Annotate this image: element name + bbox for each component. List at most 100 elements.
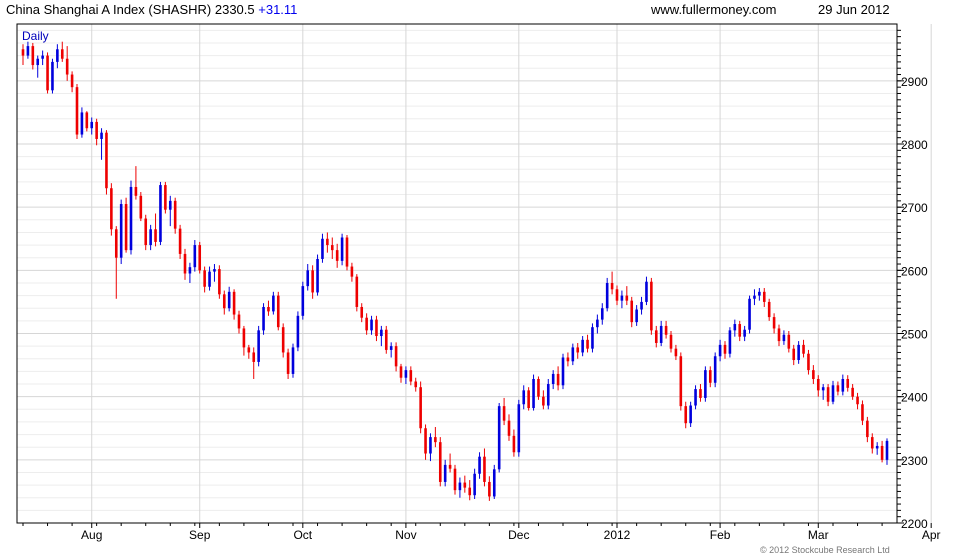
bar-body [713,356,717,383]
bar-body [497,406,501,470]
ohlc-bar [335,243,339,268]
bar-body [65,58,69,75]
bar-body [321,238,324,259]
bar-body [650,281,653,331]
bar-body [85,112,89,129]
bar-body [591,327,594,349]
ohlc-bar [738,320,742,342]
bar-body [856,396,859,405]
bar-body [851,387,854,397]
ohlc-bar [654,325,658,348]
bar-body [429,437,432,454]
ohlc-bar [360,303,364,323]
ohlc-bar [443,459,447,487]
ohlc-bar [669,330,673,353]
ohlc-bar [296,311,300,352]
ohlc-bar [80,107,84,138]
bar-body [105,132,108,189]
bar-body [114,229,118,258]
bar-body [384,329,388,350]
ohlc-bar [262,303,265,335]
bar-body [222,294,226,309]
bar-body [267,306,270,312]
ohlc-bar [60,41,64,62]
bar-body [694,389,697,406]
bar-body [522,390,526,405]
x-tick-label: Feb [710,528,731,542]
ohlc-bar [551,370,555,390]
ohlc-bar [110,183,113,236]
bar-body [600,308,604,320]
ohlc-bar [718,339,722,362]
ohlc-bar [463,475,467,493]
bar-body [178,228,182,254]
ohlc-bar [399,363,403,383]
y-axis: 22002300240025002600270028002900 [897,29,928,531]
ohlc-bar [728,327,732,358]
x-axis: AugSepOctNovDec2012FebMarAprMayJun [22,523,941,542]
bar-body [566,357,570,362]
bar-body [767,301,771,318]
bar-body [409,370,413,382]
ohlc-bar [36,55,40,78]
ohlc-bar [129,180,133,255]
bar-body [198,245,202,271]
bar-body [792,348,796,361]
ohlc-bar [75,84,79,139]
bar-body [164,185,167,210]
ohlc-bar [178,224,182,259]
bar-body [360,306,364,318]
bar-body [620,295,624,301]
bar-body [586,339,589,349]
ohlc-bar [247,344,251,359]
bar-body [316,258,319,293]
ohlc-bar [51,58,54,94]
bar-body [640,301,643,310]
bar-body [218,269,221,295]
bar-body [272,295,275,312]
ohlc-bar [679,352,683,411]
ohlc-bar [846,375,850,392]
ohlc-bar [252,347,256,379]
bar-body [870,437,874,449]
bar-body [154,229,157,242]
bar-body [159,185,162,242]
x-tick-label: Mar [808,528,829,542]
bar-body [227,291,231,309]
bar-body [596,319,599,328]
x-tick-label: Apr [922,528,941,542]
bar-body [36,58,40,66]
ohlc-bar [85,111,89,132]
bar-body [311,270,314,293]
bar-body [561,357,565,386]
bar-body [816,378,820,391]
ohlc-bar [566,352,570,367]
bar-body [571,347,575,362]
ohlc-bar [615,285,619,306]
bar-body [173,200,177,229]
ohlc-bar [664,320,668,339]
ohlc-bar [502,397,506,426]
bar-body [438,442,442,482]
bar-body [782,334,786,342]
ohlc-bar [267,300,270,316]
bar-body [257,330,260,362]
bar-body [478,456,481,474]
bar-body [242,328,246,348]
bar-body [95,121,98,139]
ohlc-bar [694,385,697,410]
ohlc-bar [483,448,486,487]
ohlc-bar [90,117,94,135]
ohlc-bar [198,241,202,274]
bar-body [149,229,152,246]
bar-body [144,218,148,246]
ohlc-bar [154,213,157,247]
bar-body [193,245,197,268]
bar-body [458,482,462,491]
bar-body [281,327,285,353]
ohlc-bar [630,296,634,328]
ohlc-bar [434,426,437,448]
ohlc-bar [532,374,535,411]
ohlc-bar [26,41,30,59]
bar-body [110,188,113,230]
